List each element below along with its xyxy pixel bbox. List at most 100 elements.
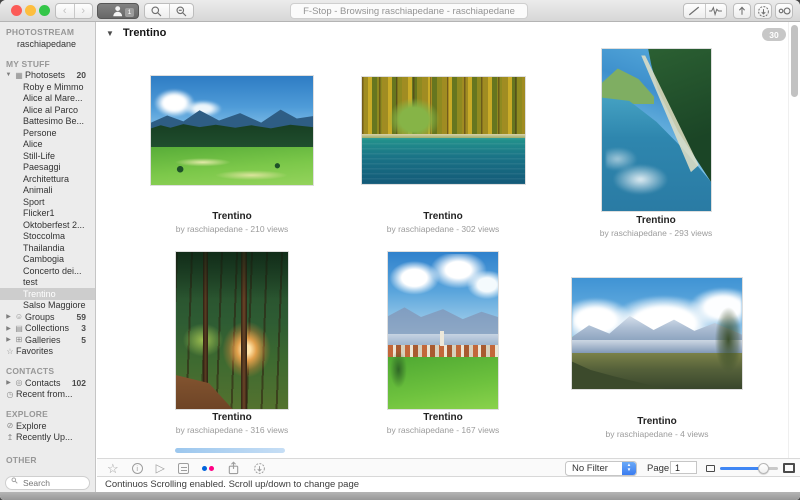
disclosure-icon[interactable]: ▶ <box>4 325 13 332</box>
activity-button[interactable] <box>705 4 727 18</box>
sidebar-row[interactable]: ↥ Recently Up... <box>0 432 95 444</box>
thumbnail-size-slider[interactable] <box>720 467 778 470</box>
minimize-button[interactable] <box>25 5 36 16</box>
sidebar-row[interactable]: raschiapedane <box>0 38 95 50</box>
photo-byline: by raschiapedane - 302 views <box>343 224 543 234</box>
vertical-scrollbar-thumb[interactable] <box>791 25 798 97</box>
slider-thumb[interactable] <box>758 463 769 474</box>
large-thumbnail-icon <box>783 463 795 473</box>
photo-thumbnail[interactable] <box>571 277 743 390</box>
sidebar-row[interactable]: Alice al Mare... <box>0 93 95 105</box>
photo-thumbnail[interactable] <box>601 48 712 212</box>
sidebar-row[interactable]: Cambogia <box>0 254 95 266</box>
sidebar-item-icon: ☆ <box>4 347 16 356</box>
sidebar-row[interactable]: Paesaggi <box>0 162 95 174</box>
status-bar: Continuos Scrolling enabled. Scroll up/d… <box>97 476 800 492</box>
batch-download-button[interactable] <box>253 462 266 475</box>
sidebar-row[interactable]: Oktoberfest 2... <box>0 219 95 231</box>
person-icon <box>112 5 125 17</box>
sidebar-row[interactable]: ▶ ◎ Contacts 102 <box>0 377 95 389</box>
sidebar-item-label: Trentino <box>23 289 56 299</box>
sidebar-item-label: Architettura <box>23 174 69 184</box>
sidebar-row[interactable]: Architettura <box>0 173 95 185</box>
sidebar-item-icon: ◎ <box>13 378 25 387</box>
nav-buttons: ‹ › <box>55 3 93 19</box>
sidebar-item-icon: ↥ <box>4 433 16 442</box>
small-thumbnail-icon <box>706 465 715 472</box>
sidebar-row[interactable]: ▶ ☺ Groups 59 <box>0 311 95 323</box>
download-button[interactable] <box>754 3 772 19</box>
photo-title: Trentino <box>132 412 332 423</box>
sidebar-row[interactable]: Thailandia <box>0 242 95 254</box>
sidebar-row[interactable]: ▶ ⊞ Galleries 5 <box>0 334 95 346</box>
sidebar-row[interactable]: ◷ Recent from... <box>0 389 95 401</box>
group-title: Trentino <box>123 27 166 39</box>
line-tool-button[interactable] <box>684 4 705 18</box>
sidebar-item-label: Salso Maggiore <box>23 300 86 310</box>
sidebar-item-label: PHOTOSTREAM <box>6 27 74 37</box>
photo-title: Trentino <box>556 215 756 226</box>
sidebar-item-label: Flicker1 <box>23 208 55 218</box>
sidebar-row[interactable]: Persone <box>0 127 95 139</box>
sidebar-row: PHOTOSTREAM <box>0 26 95 38</box>
photo-thumbnail[interactable] <box>387 251 499 410</box>
zoom-button[interactable] <box>39 5 50 16</box>
zoom-search-button[interactable] <box>169 4 194 18</box>
sidebar-row[interactable]: Stoccolma <box>0 231 95 243</box>
info-button[interactable]: i <box>132 463 143 474</box>
photo-thumbnail[interactable] <box>361 76 526 185</box>
disclosure-icon[interactable]: ▼ <box>4 72 13 78</box>
sidebar-row[interactable]: Flicker1 <box>0 208 95 220</box>
page-number-input[interactable] <box>670 461 697 474</box>
sidebar-row[interactable]: Salso Maggiore <box>0 300 95 312</box>
sidebar-row: MY STUFF <box>0 58 95 70</box>
sidebar-row: OTHER <box>0 454 95 466</box>
sidebar-row[interactable]: Battesimo Be... <box>0 116 95 128</box>
bottom-toolbar: ☆ i ▷ No Filter ▲▼ Page <box>97 458 800 476</box>
sidebar: PHOTOSTREAM raschiapedane MY STUFF <box>0 22 96 492</box>
sidebar-item-label: Contacts <box>25 378 61 388</box>
photo-thumbnail[interactable] <box>175 251 289 410</box>
waveform-icon <box>708 5 723 17</box>
sidebar-row[interactable]: Roby e Mimmo <box>0 81 95 93</box>
upload-button[interactable] <box>733 3 751 19</box>
sidebar-item-label: Galleries <box>25 335 61 345</box>
forward-button[interactable]: › <box>74 4 93 18</box>
favorite-star-button[interactable]: ☆ <box>107 462 119 475</box>
share-button[interactable] <box>227 461 240 475</box>
sidebar-search <box>5 473 90 487</box>
close-button[interactable] <box>11 5 22 16</box>
sidebar-row[interactable]: ⊘ Explore <box>0 420 95 432</box>
link-button[interactable] <box>775 3 793 19</box>
photo-thumbnail[interactable] <box>150 75 314 186</box>
sidebar-row[interactable]: Still-Life <box>0 150 95 162</box>
circled-down-arrow-icon <box>253 462 266 475</box>
disclosure-icon[interactable]: ▶ <box>4 336 13 343</box>
details-card-button[interactable] <box>178 463 189 474</box>
photo-caption: Trentino by raschiapedane - 293 views <box>556 215 756 238</box>
search-icon <box>11 477 18 484</box>
user-button[interactable]: 1 <box>97 3 139 19</box>
sidebar-row[interactable]: Alice <box>0 139 95 151</box>
group-header[interactable]: ▼ Trentino <box>106 27 166 39</box>
sidebar-row[interactable]: Sport <box>0 196 95 208</box>
disclosure-icon[interactable]: ▶ <box>4 313 13 320</box>
flickr-button[interactable] <box>202 466 214 471</box>
sidebar-row[interactable]: ☆ Favorites <box>0 346 95 358</box>
sidebar-row[interactable]: Concerto dei... <box>0 265 95 277</box>
sidebar-row[interactable]: test <box>0 277 95 289</box>
search-button[interactable] <box>145 4 169 18</box>
status-message: Continuos Scrolling enabled. Scroll up/d… <box>97 479 359 490</box>
filter-dropdown[interactable]: No Filter ▲▼ <box>565 461 637 476</box>
sidebar-row[interactable]: ▶ ▤ Collections 3 <box>0 323 95 335</box>
sidebar-row[interactable]: Animali <box>0 185 95 197</box>
disclosure-triangle-icon[interactable]: ▼ <box>106 29 114 38</box>
sidebar-item-label: test <box>23 277 38 287</box>
slideshow-play-button[interactable]: ▷ <box>156 462 165 474</box>
sidebar-row[interactable]: Trentino <box>0 288 95 300</box>
photo-title: Trentino <box>557 416 757 427</box>
back-button[interactable]: ‹ <box>56 4 74 18</box>
sidebar-row[interactable]: ▼ ▦ Photosets 20 <box>0 70 95 82</box>
sidebar-row[interactable]: Alice al Parco <box>0 104 95 116</box>
disclosure-icon[interactable]: ▶ <box>4 379 13 386</box>
